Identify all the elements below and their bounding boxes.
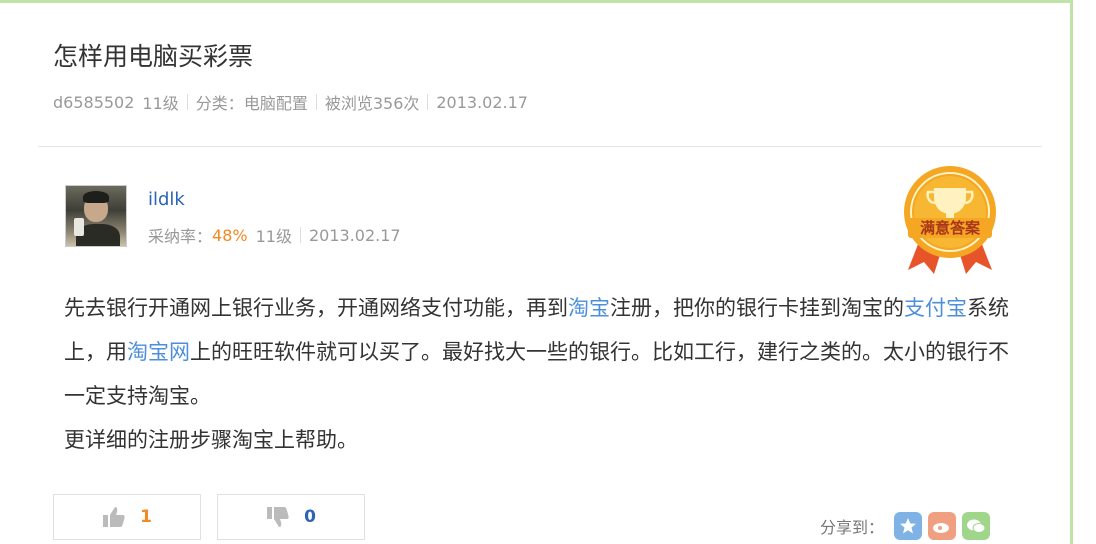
thumbs-down-icon bbox=[267, 507, 289, 527]
meta-separator bbox=[315, 94, 317, 110]
asker-level: 11级 bbox=[142, 94, 179, 113]
best-answer-badge-icon: 满意答案 bbox=[904, 166, 996, 274]
category-label: 分类： bbox=[195, 94, 244, 113]
view-count: 被浏览356次 bbox=[324, 94, 420, 113]
answer-paragraph: 更详细的注册步骤淘宝上帮助。 bbox=[64, 428, 358, 452]
question-meta: d6585502 11级 分类： 电脑配置 被浏览356次 2013.02.17 bbox=[53, 90, 528, 114]
badge-label: 满意答案 bbox=[920, 219, 981, 237]
asker-name[interactable]: d6585502 bbox=[53, 93, 134, 112]
taobao-link[interactable]: 淘宝 bbox=[568, 296, 610, 320]
upvote-button[interactable]: 1 bbox=[53, 494, 201, 540]
answer-body: 先去银行开通网上银行业务，开通网络支付功能，再到淘宝注册，把你的银行卡挂到淘宝的… bbox=[64, 286, 1014, 462]
answer-paragraph: 先去银行开通网上银行业务，开通网络支付功能，再到淘宝注册，把你的银行卡挂到淘宝的… bbox=[64, 286, 1014, 418]
thumbs-up-icon bbox=[103, 507, 125, 527]
share-bar: 分享到： bbox=[820, 512, 991, 540]
answerer-meta: 采纳率： 48% 11级 2013.02.17 bbox=[148, 223, 401, 247]
meta-separator bbox=[299, 227, 301, 243]
meta-separator bbox=[427, 94, 429, 110]
answer-text: 上的旺旺软件就可以买了。最好找大一些的银行。比如工行，建行之类的。太小的银行不一… bbox=[64, 340, 1009, 408]
answer-text: 先去银行开通网上银行业务，开通网络支付功能，再到 bbox=[64, 296, 568, 320]
weibo-icon[interactable] bbox=[928, 512, 957, 540]
answerer-name[interactable]: ildlk bbox=[148, 189, 185, 210]
answer-text: 注册，把你的银行卡挂到淘宝的 bbox=[610, 296, 904, 320]
answer-date: 2013.02.17 bbox=[308, 225, 401, 245]
section-divider bbox=[38, 146, 1042, 147]
wechat-icon[interactable] bbox=[962, 512, 991, 540]
taobao-net-link[interactable]: 淘宝网 bbox=[127, 340, 190, 364]
question-title: 怎样用电脑买彩票 bbox=[53, 42, 254, 71]
meta-separator bbox=[186, 94, 188, 110]
answerer-level: 11级 bbox=[255, 227, 292, 246]
alipay-link[interactable]: 支付宝 bbox=[904, 296, 967, 320]
question-date: 2013.02.17 bbox=[436, 92, 528, 112]
qzone-icon[interactable] bbox=[894, 512, 923, 540]
avatar[interactable] bbox=[65, 185, 127, 247]
downvote-count: 0 bbox=[304, 507, 316, 527]
downvote-button[interactable]: 0 bbox=[217, 494, 365, 540]
adopt-rate-value: 48% bbox=[212, 225, 248, 245]
adopt-rate-label: 采纳率： bbox=[148, 227, 213, 246]
share-label: 分享到： bbox=[820, 518, 885, 537]
upvote-count: 1 bbox=[140, 507, 152, 527]
category-link[interactable]: 电脑配置 bbox=[244, 90, 308, 114]
